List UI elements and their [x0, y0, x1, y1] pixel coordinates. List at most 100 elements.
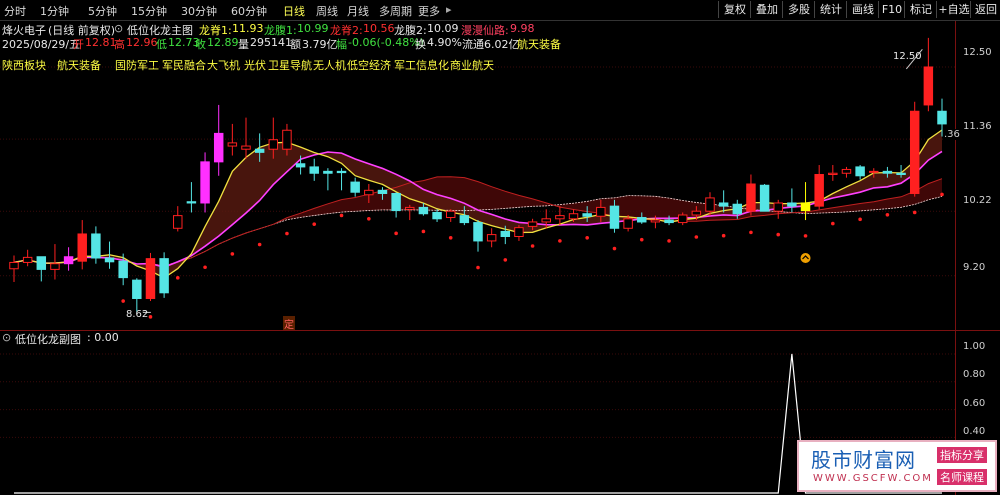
candle-body — [637, 217, 647, 223]
candle-body — [173, 215, 183, 229]
candle-body — [241, 145, 251, 150]
candle-body — [159, 258, 169, 294]
back-button[interactable]: 返回 — [970, 1, 1000, 18]
candle-body — [869, 170, 879, 173]
support-dot — [257, 242, 262, 247]
period-tab-weekly[interactable]: 周线 — [316, 3, 338, 19]
candle-body — [227, 142, 238, 147]
watermark-brand: 股市财富网 — [811, 448, 916, 472]
overlay-button[interactable]: 叠加 — [750, 1, 783, 18]
max-price-label: 12.50 — [893, 51, 922, 62]
period-tab-multi[interactable]: 多周期 — [379, 3, 412, 19]
candle-body — [828, 172, 838, 176]
support-dot — [558, 239, 562, 243]
price-tick: 9.20 — [963, 262, 986, 273]
support-dot — [858, 217, 862, 222]
support-dot — [912, 210, 917, 215]
candle-body — [623, 218, 633, 229]
candle-body — [568, 213, 579, 220]
price-tick: 12.50 — [963, 47, 992, 58]
support-dot — [639, 237, 644, 242]
candle-body — [118, 260, 128, 279]
sub-axis-tick: 1.00 — [963, 341, 986, 352]
candle-body — [773, 202, 783, 212]
candle-body — [405, 206, 415, 210]
period-tab-more[interactable]: 更多 — [418, 3, 440, 19]
candle-body — [541, 218, 551, 223]
candle-body — [91, 233, 101, 259]
candle-body — [923, 66, 934, 106]
draw-line-button[interactable]: 画线 — [846, 1, 879, 18]
sub-axis-tick: 0.80 — [963, 369, 986, 380]
candle-body — [882, 170, 893, 174]
candle-body — [377, 189, 388, 194]
support-dot — [339, 213, 344, 218]
support-dot — [367, 216, 371, 221]
support-dot — [667, 239, 671, 243]
ding-marker: 定 — [283, 316, 295, 331]
support-dot — [612, 246, 617, 251]
period-tab-15min[interactable]: 15分钟 — [131, 3, 167, 19]
support-dot — [476, 265, 480, 270]
candle-body — [718, 202, 729, 207]
multi-stock-button[interactable]: 多股 — [782, 1, 815, 18]
candle-body — [650, 219, 661, 223]
candle-body — [814, 174, 824, 207]
stats-button[interactable]: 统计 — [814, 1, 847, 18]
support-dot — [285, 231, 289, 236]
candle-body — [514, 227, 524, 238]
candle-body — [459, 215, 470, 224]
candle-body — [896, 172, 906, 176]
period-tab-30min[interactable]: 30分钟 — [181, 3, 217, 19]
candle-body — [746, 183, 756, 212]
support-dot — [694, 235, 699, 239]
support-dot — [749, 230, 753, 235]
price-tick: 11.36 — [963, 121, 992, 132]
period-toolbar: 分时 1分钟 5分钟 15分钟 30分钟 60分钟 日线 周线 月线 多周期 更… — [0, 0, 1000, 21]
more-chevron-icon[interactable]: ▸ — [446, 3, 452, 16]
candle-body — [787, 202, 797, 207]
candle-body — [445, 210, 456, 219]
candle-body — [473, 222, 483, 242]
price-cut-label: .36 — [944, 129, 960, 140]
support-dot — [721, 233, 726, 238]
period-tab-monthly[interactable]: 月线 — [347, 3, 369, 19]
period-tab-fenshi[interactable]: 分时 — [4, 3, 26, 19]
candle-body — [364, 189, 374, 196]
period-tab-60min[interactable]: 60分钟 — [231, 3, 267, 19]
candle-body — [145, 258, 156, 299]
add-watchlist-button[interactable]: +自选 — [936, 1, 971, 18]
candle-body — [609, 205, 620, 229]
support-dot — [885, 213, 890, 217]
candle-body — [282, 129, 292, 150]
candle-body — [500, 230, 511, 238]
support-dot — [148, 315, 153, 319]
support-dot — [421, 229, 426, 234]
candle-body — [295, 163, 306, 168]
period-tab-1min[interactable]: 1分钟 — [40, 3, 69, 19]
candle-body — [677, 214, 688, 224]
candle-body — [309, 166, 319, 174]
support-dot — [831, 221, 835, 226]
fuquan-button[interactable]: 复权 — [718, 1, 751, 18]
support-dot — [121, 299, 125, 303]
buy-signal-icon — [800, 253, 811, 264]
candle-body — [9, 261, 19, 270]
candle-body — [691, 210, 702, 216]
candle-body — [391, 192, 401, 212]
candle-body — [664, 219, 674, 224]
support-dot — [312, 222, 317, 226]
candle-body — [418, 206, 429, 215]
support-dot — [940, 192, 944, 197]
period-tab-daily[interactable]: 日线 — [283, 3, 305, 19]
candle-body — [104, 257, 115, 263]
candle-body — [486, 234, 497, 242]
kline-chart[interactable] — [0, 20, 955, 330]
f10-button[interactable]: F10 — [878, 1, 905, 18]
mark-button[interactable]: 标记 — [904, 1, 937, 18]
watermark-tag-share: 指标分享 — [937, 447, 987, 463]
support-dot — [448, 235, 453, 240]
candle-body — [596, 206, 606, 217]
candle-body — [937, 110, 947, 125]
period-tab-5min[interactable]: 5分钟 — [88, 3, 117, 19]
